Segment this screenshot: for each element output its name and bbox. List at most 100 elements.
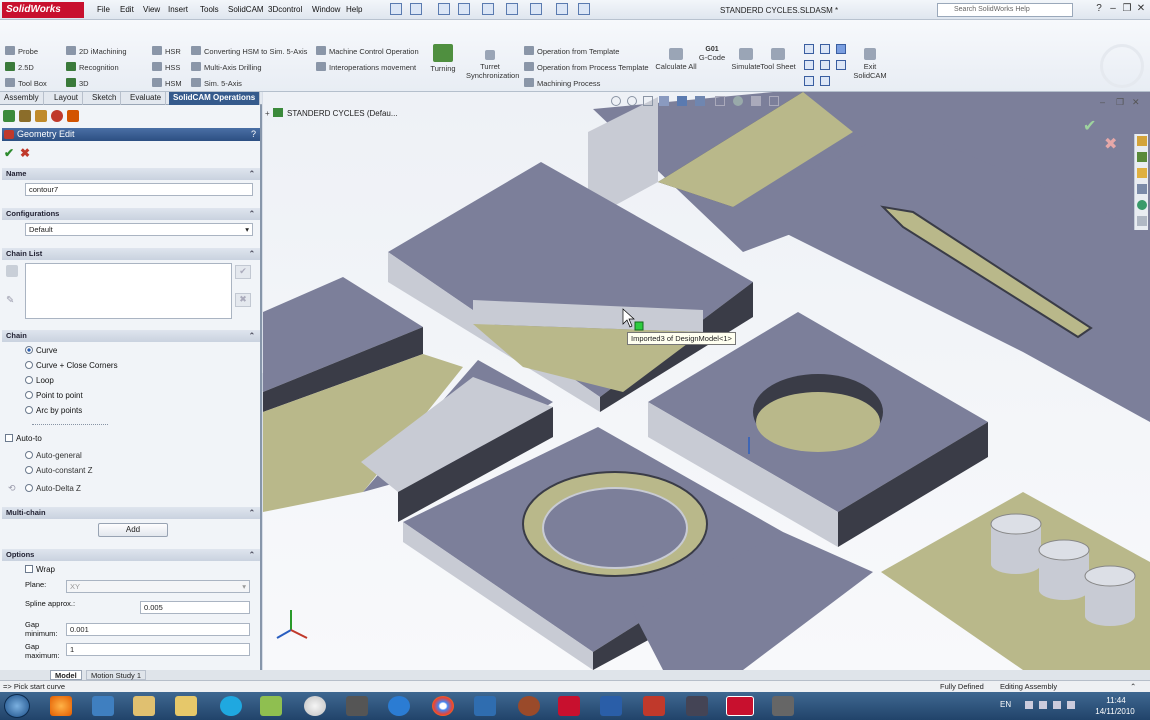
ribbon-op-from-template[interactable]: Operation from Template	[524, 46, 619, 56]
viewport-close-button[interactable]: ✕	[1132, 97, 1140, 108]
confirm-corner-check-icon[interactable]: ✔	[1083, 116, 1096, 136]
tray-icon[interactable]	[1039, 701, 1047, 709]
undo-icon[interactable]	[482, 3, 494, 15]
new-icon[interactable]	[390, 3, 402, 15]
view-icon[interactable]	[836, 60, 846, 70]
minimize-button[interactable]: –	[1107, 3, 1119, 15]
word-icon[interactable]	[600, 696, 622, 716]
solidworks-logo[interactable]: SolidWorks	[2, 2, 84, 18]
appearance-icon[interactable]	[733, 96, 743, 106]
solidcam-manager-icon[interactable]	[67, 110, 79, 122]
menu-tools[interactable]: Tools	[200, 5, 219, 14]
name-field[interactable]: contour7	[25, 183, 253, 196]
checkbox-wrap[interactable]: Wrap	[25, 565, 55, 574]
app-icon[interactable]	[772, 696, 794, 716]
media-icon[interactable]	[304, 696, 326, 716]
radio-arc-by-points[interactable]: Arc by points	[25, 406, 82, 415]
checkbox-auto-to[interactable]: Auto-to	[5, 434, 42, 443]
ribbon-hsm[interactable]: HSM	[152, 78, 182, 88]
radio-auto-general[interactable]: Auto-general	[25, 451, 82, 460]
print-icon[interactable]	[458, 3, 470, 15]
solidworks-icon[interactable]	[558, 696, 580, 716]
skype-icon[interactable]	[220, 696, 242, 716]
exit-solidcam-button[interactable]: Exit SolidCAM	[848, 48, 892, 80]
section-chain[interactable]: Chain ⌃	[2, 330, 260, 342]
ribbon-2d-imachining[interactable]: 2D iMachining	[66, 46, 127, 56]
ribbon-machine-control[interactable]: Machine Control Operation	[316, 46, 419, 56]
section-chain-list[interactable]: Chain List ⌃	[2, 248, 260, 260]
remove-chain-icon[interactable]: ✖	[235, 293, 251, 307]
undo-chain-icon[interactable]	[6, 265, 18, 277]
feature-tree-icon[interactable]	[3, 110, 15, 122]
rebuild-icon[interactable]	[556, 3, 568, 15]
close-button[interactable]: ✕	[1135, 3, 1147, 15]
custom-properties-icon[interactable]	[1137, 216, 1147, 226]
app-icon[interactable]	[474, 696, 496, 716]
turret-sync-button[interactable]: Turret Synchronization	[466, 50, 519, 80]
clock-time[interactable]: 11:44	[1096, 696, 1136, 705]
folder-icon[interactable]	[175, 696, 197, 716]
view-palette-icon[interactable]	[1137, 184, 1147, 194]
open-icon[interactable]	[410, 3, 422, 15]
ribbon-op-from-process-template[interactable]: Operation from Process Template	[524, 62, 649, 72]
ribbon-sim-5-axis[interactable]: Sim. 5-Axis	[191, 78, 242, 88]
view-icon[interactable]	[820, 76, 830, 86]
restore-button[interactable]: ❐	[1121, 3, 1133, 15]
resources-icon[interactable]	[1137, 136, 1147, 146]
start-button[interactable]	[4, 694, 30, 718]
tab-layout[interactable]: Layout	[50, 92, 84, 105]
tab-evaluate[interactable]: Evaluate	[126, 92, 167, 105]
ribbon-interoperations[interactable]: Interoperations movement	[316, 62, 416, 72]
plane-select[interactable]: XY ▾	[66, 580, 250, 593]
radio-point-to-point[interactable]: Point to point	[25, 391, 83, 400]
radio-curve-close-corners[interactable]: Curve + Close Corners	[25, 361, 118, 370]
network-icon[interactable]	[1053, 701, 1061, 709]
volume-icon[interactable]	[1067, 701, 1075, 709]
app-icon[interactable]	[518, 696, 540, 716]
display-icon[interactable]	[51, 110, 63, 122]
menu-insert[interactable]: Insert	[168, 5, 188, 14]
tab-assembly[interactable]: Assembly	[0, 92, 44, 105]
options-icon[interactable]	[578, 3, 590, 15]
view-icon[interactable]	[804, 76, 814, 86]
app-icon[interactable]	[260, 696, 282, 716]
gap-max-input[interactable]: 1	[66, 643, 250, 656]
menu-solidcam[interactable]: SolidCAM	[228, 5, 264, 14]
tab-sketch[interactable]: Sketch	[88, 92, 122, 105]
design-library-icon[interactable]	[1137, 152, 1147, 162]
firefox-icon[interactable]	[50, 696, 72, 716]
tray-icon[interactable]	[1025, 701, 1033, 709]
zoom-to-fit-icon[interactable]	[611, 96, 621, 106]
zoom-area-icon[interactable]	[627, 96, 637, 106]
select-icon[interactable]	[530, 3, 542, 15]
section-view-icon[interactable]	[659, 96, 669, 106]
appearances-icon[interactable]	[1137, 200, 1147, 210]
radio-auto-constant-z[interactable]: Auto-constant Z	[25, 466, 92, 475]
file-explorer-icon[interactable]	[1137, 168, 1147, 178]
language-indicator[interactable]: EN	[1000, 700, 1011, 709]
ribbon-recognition[interactable]: Recognition	[66, 62, 119, 72]
app-icon[interactable]	[686, 696, 708, 716]
graphics-area[interactable]: + STANDERD CYCLES (Defau... – ❐ ✕ ✔ ✖ Imp…	[263, 92, 1150, 670]
confirm-corner-cancel-icon[interactable]: ✖	[1104, 134, 1117, 154]
search-input[interactable]: Search SolidWorks Help	[937, 3, 1073, 17]
ribbon-machining-process[interactable]: Machining Process	[524, 78, 600, 88]
menu-view[interactable]: View	[143, 5, 160, 14]
menu-help[interactable]: Help	[346, 5, 362, 14]
property-icon[interactable]	[19, 110, 31, 122]
display-style-icon[interactable]	[695, 96, 705, 106]
model-view[interactable]	[263, 92, 1150, 670]
save-icon[interactable]	[438, 3, 450, 15]
ribbon-2-5d[interactable]: 2.5D	[5, 62, 34, 72]
tab-model[interactable]: Model	[50, 670, 82, 680]
gap-min-input[interactable]: 0.001	[66, 623, 250, 636]
view-orientation-icon[interactable]	[677, 96, 687, 106]
redo-icon[interactable]	[506, 3, 518, 15]
feature-tree-root[interactable]: + STANDERD CYCLES (Defau...	[265, 108, 398, 118]
tool-sheet-button[interactable]: Tool Sheet	[756, 48, 800, 71]
ribbon-multi-axis-drilling[interactable]: Multi-Axis Drilling	[191, 62, 262, 72]
ribbon-converting-hsm[interactable]: Converting HSM to Sim. 5-Axis	[191, 46, 307, 56]
ie-icon[interactable]	[388, 696, 410, 716]
view-settings-icon[interactable]	[769, 96, 779, 106]
ribbon-hsr[interactable]: HSR	[152, 46, 181, 56]
